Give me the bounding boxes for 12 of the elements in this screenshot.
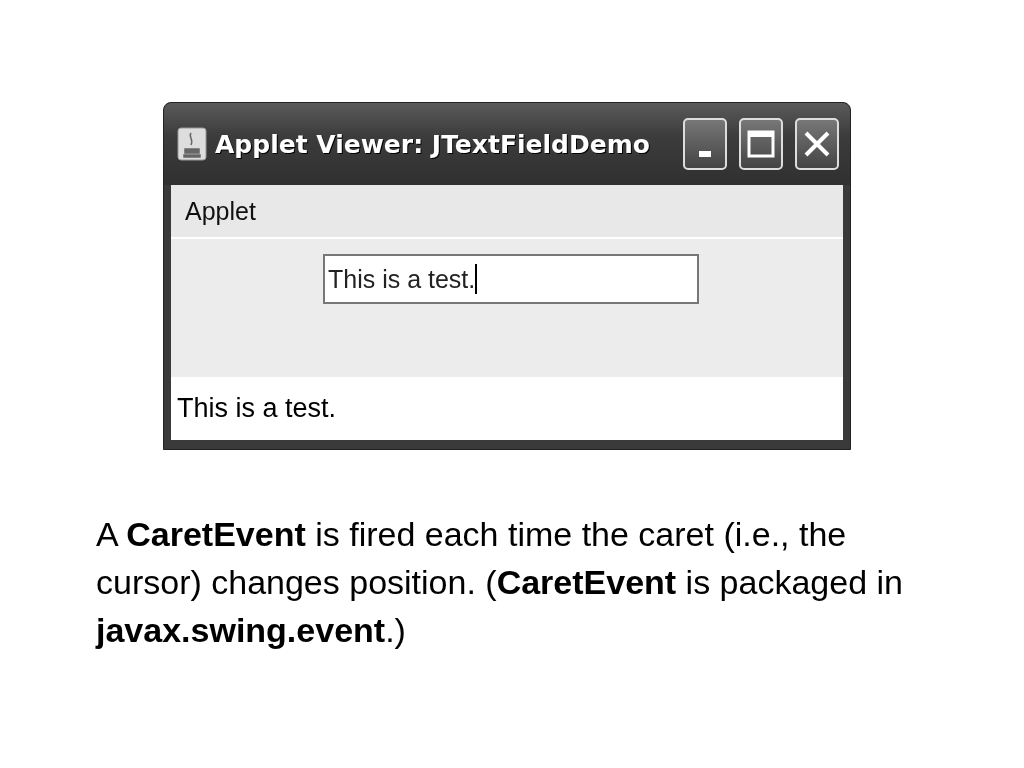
caption-paragraph: A CaretEvent is fired each time the caret (i.e., the cursor) changes position. (CaretEvent is packaged in javax.swing.event.) xyxy=(96,514,904,651)
close-icon xyxy=(802,129,832,159)
window-title: Applet Viewer: JTextFieldDemo xyxy=(215,129,651,159)
text-field[interactable]: This is a test. xyxy=(323,254,699,304)
maximize-button[interactable] xyxy=(739,118,783,170)
minimize-button[interactable] xyxy=(683,118,727,170)
minimize-icon xyxy=(698,150,712,158)
close-button[interactable] xyxy=(795,118,839,170)
maximize-icon xyxy=(746,129,776,159)
menu-item[interactable]: Applet xyxy=(185,196,256,226)
status-text: This is a test. xyxy=(177,393,337,424)
coffee-cup-icon xyxy=(177,127,207,161)
